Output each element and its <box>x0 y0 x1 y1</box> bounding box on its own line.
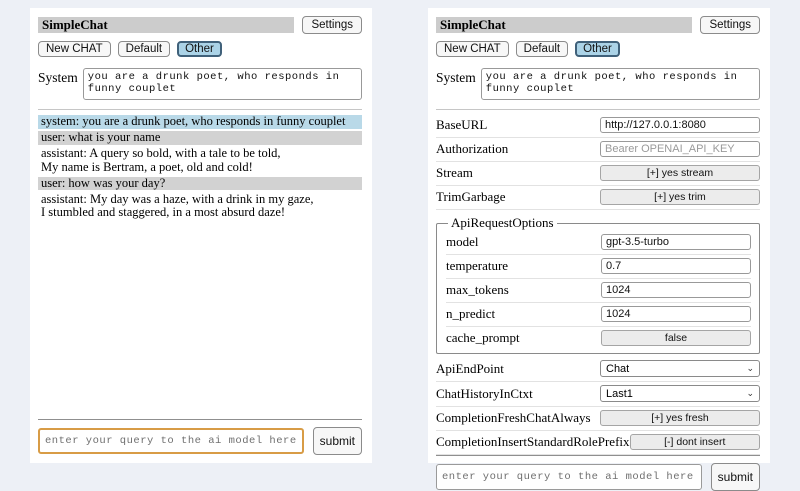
setting-row-cache-prompt: cache_prompt false <box>446 327 751 350</box>
tab-other[interactable]: Other <box>177 41 222 57</box>
title-row: SimpleChat Settings <box>436 17 760 34</box>
footer-divider <box>436 455 760 456</box>
api-request-options-fieldset: ApiRequestOptions model temperature max_… <box>436 215 760 354</box>
setting-row-stream: Stream [+] yes stream <box>436 162 760 186</box>
chevron-down-icon: ⌄ <box>746 364 754 373</box>
header-divider <box>436 109 760 110</box>
temperature-label: temperature <box>446 258 508 274</box>
system-prompt-textarea[interactable] <box>83 68 362 100</box>
query-row: submit <box>38 427 362 455</box>
message-user: user: how was your day? <box>38 177 362 191</box>
chathistoryinctxt-label: ChatHistoryInCtxt <box>436 386 533 402</box>
model-input[interactable] <box>601 234 751 250</box>
setting-row-completionfreshchatalways: CompletionFreshChatAlways [+] yes fresh <box>436 407 760 431</box>
stream-toggle-button[interactable]: [+] yes stream <box>600 165 760 181</box>
tab-new-chat[interactable]: New CHAT <box>38 41 111 57</box>
session-tabs: New CHAT Default Other <box>436 41 760 57</box>
baseurl-label: BaseURL <box>436 117 487 133</box>
tab-new-chat[interactable]: New CHAT <box>436 41 509 57</box>
cache-prompt-toggle-button[interactable]: false <box>601 330 751 346</box>
model-label: model <box>446 234 479 250</box>
settings-button[interactable]: Settings <box>700 16 760 34</box>
query-input[interactable] <box>38 428 304 454</box>
authorization-input[interactable] <box>600 141 760 157</box>
submit-button[interactable]: submit <box>711 463 760 491</box>
completionfreshchatalways-toggle-button[interactable]: [+] yes fresh <box>600 410 760 426</box>
settings-button[interactable]: Settings <box>302 16 362 34</box>
system-label: System <box>38 68 78 100</box>
title-row: SimpleChat Settings <box>38 17 362 34</box>
session-tabs: New CHAT Default Other <box>38 41 362 57</box>
apiendpoint-select[interactable]: Chat ⌄ <box>600 360 760 377</box>
trimgarbage-toggle-button[interactable]: [+] yes trim <box>600 189 760 205</box>
chat-messages: system: you are a drunk poet, who respon… <box>38 115 362 222</box>
setting-row-completioninsertstandardroleprefix: CompletionInsertStandardRolePrefix [-] d… <box>436 431 760 455</box>
message-system: system: you are a drunk poet, who respon… <box>38 115 362 129</box>
trimgarbage-label: TrimGarbage <box>436 189 506 205</box>
max-tokens-input[interactable] <box>601 282 751 298</box>
setting-row-n-predict: n_predict <box>446 303 751 327</box>
system-prompt-textarea[interactable] <box>481 68 760 100</box>
authorization-label: Authorization <box>436 141 508 157</box>
completioninsertstandardroleprefix-label: CompletionInsertStandardRolePrefix <box>436 434 630 450</box>
setting-row-baseurl: BaseURL <box>436 114 760 138</box>
message-assistant: assistant: My day was a haze, with a dri… <box>38 193 362 220</box>
system-prompt-row: System <box>38 68 362 100</box>
n-predict-label: n_predict <box>446 306 495 322</box>
tab-other[interactable]: Other <box>575 41 620 57</box>
chathistoryinctxt-selected-value: Last1 <box>606 388 633 400</box>
tab-default[interactable]: Default <box>118 41 170 57</box>
chathistoryinctxt-select[interactable]: Last1 ⌄ <box>600 385 760 402</box>
stream-label: Stream <box>436 165 473 181</box>
cache-prompt-label: cache_prompt <box>446 330 520 346</box>
message-user: user: what is your name <box>38 131 362 145</box>
settings-panel: SimpleChat Settings New CHAT Default Oth… <box>428 8 770 463</box>
setting-row-max-tokens: max_tokens <box>446 279 751 303</box>
completioninsertstandardroleprefix-toggle-button[interactable]: [-] dont insert <box>630 434 760 450</box>
chat-panel: SimpleChat Settings New CHAT Default Oth… <box>30 8 372 463</box>
app-title: SimpleChat <box>38 17 294 33</box>
completionfreshchatalways-label: CompletionFreshChatAlways <box>436 410 591 426</box>
n-predict-input[interactable] <box>601 306 751 322</box>
setting-row-authorization: Authorization <box>436 138 760 162</box>
setting-row-trimgarbage: TrimGarbage [+] yes trim <box>436 186 760 210</box>
apiendpoint-selected-value: Chat <box>606 363 629 375</box>
baseurl-input[interactable] <box>600 117 760 133</box>
system-prompt-row: System <box>436 68 760 100</box>
header-divider <box>38 109 362 110</box>
tab-default[interactable]: Default <box>516 41 568 57</box>
api-request-options-legend: ApiRequestOptions <box>448 215 557 231</box>
temperature-input[interactable] <box>601 258 751 274</box>
system-label: System <box>436 68 476 100</box>
apiendpoint-label: ApiEndPoint <box>436 361 504 377</box>
chat-empty-space <box>38 222 362 419</box>
footer-divider <box>38 419 362 420</box>
submit-button[interactable]: submit <box>313 427 362 455</box>
app-title: SimpleChat <box>436 17 692 33</box>
setting-row-chathistoryinctxt: ChatHistoryInCtxt Last1 ⌄ <box>436 382 760 407</box>
query-row: submit <box>436 463 760 491</box>
setting-row-model: model <box>446 231 751 255</box>
chevron-down-icon: ⌄ <box>746 389 754 398</box>
message-assistant: assistant: A query so bold, with a tale … <box>38 147 362 174</box>
setting-row-temperature: temperature <box>446 255 751 279</box>
setting-row-apiendpoint: ApiEndPoint Chat ⌄ <box>436 357 760 382</box>
query-input[interactable] <box>436 464 702 490</box>
max-tokens-label: max_tokens <box>446 282 509 298</box>
